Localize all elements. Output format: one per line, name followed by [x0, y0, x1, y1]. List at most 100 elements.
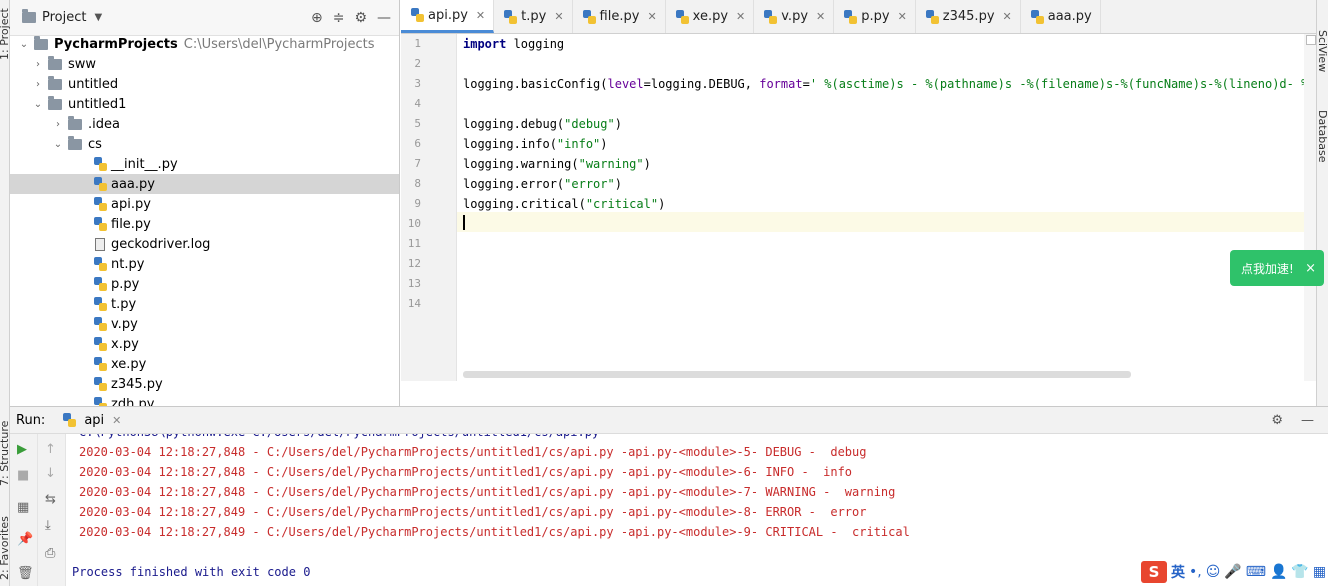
locate-icon[interactable]: ⊕: [311, 10, 323, 26]
python-file-icon: [94, 257, 107, 271]
tree-item-api-py[interactable]: api.py: [10, 194, 399, 214]
tab-label: p.py: [861, 9, 890, 24]
chevron-right-icon[interactable]: ›: [32, 79, 44, 90]
close-icon[interactable]: ✕: [816, 10, 825, 23]
chevron-down-icon[interactable]: ⌄: [52, 139, 64, 150]
soft-wrap-icon[interactable]: ⇆: [45, 492, 56, 507]
ime-mode-toggle[interactable]: 英: [1171, 562, 1185, 582]
code-string: "debug": [564, 117, 615, 131]
text-file-icon: [95, 237, 105, 251]
run-panel-header: Run: api ✕ ⚙ —: [10, 407, 1328, 434]
text-caret: [463, 215, 465, 230]
print-icon[interactable]: ⎙: [45, 546, 55, 561]
arrow-down-icon[interactable]: ↓: [45, 466, 56, 481]
tree-item-idea[interactable]: › .idea: [10, 114, 399, 134]
tree-item-t-py[interactable]: t.py: [10, 294, 399, 314]
tree-item-cs[interactable]: ⌄ cs: [10, 134, 399, 154]
close-icon[interactable]: ✕: [898, 10, 907, 23]
minimize-icon[interactable]: —: [1301, 413, 1314, 428]
menu-icon[interactable]: ▦: [1313, 564, 1326, 580]
tree-item-label: zdh.py: [111, 396, 155, 407]
speedup-toast[interactable]: 点我加速! ×: [1230, 250, 1324, 286]
run-toolbar-primary: ▶ ■ ▦ 📌 🗑: [10, 434, 38, 586]
delete-icon[interactable]: 🗑: [17, 566, 34, 581]
pin-icon[interactable]: 📌: [17, 532, 33, 547]
tree-item-v-py[interactable]: v.py: [10, 314, 399, 334]
code-line: logging.debug("debug"): [463, 114, 622, 134]
scroll-to-end-icon[interactable]: ⤓: [45, 518, 51, 533]
tree-item-init-py[interactable]: __init__.py: [10, 154, 399, 174]
tree-item-x-py[interactable]: x.py: [10, 334, 399, 354]
user-icon[interactable]: 👤: [1270, 564, 1287, 580]
tree-item-untitled[interactable]: › untitled: [10, 74, 399, 94]
tree-item-untitled1[interactable]: ⌄ untitled1: [10, 94, 399, 114]
microphone-icon[interactable]: 🎤: [1224, 564, 1241, 580]
close-icon[interactable]: ✕: [112, 414, 121, 427]
skin-icon[interactable]: 👕: [1291, 564, 1308, 580]
tab-xe-py[interactable]: xe.py ✕: [666, 0, 755, 33]
run-config-tab[interactable]: api ✕: [63, 413, 121, 428]
python-file-icon: [94, 297, 107, 311]
tab-p-py[interactable]: p.py ✕: [834, 0, 916, 33]
chevron-down-icon[interactable]: ⌄: [32, 99, 44, 110]
tree-item-z345-py[interactable]: z345.py: [10, 374, 399, 394]
tab-v-py[interactable]: v.py ✕: [754, 0, 835, 33]
project-view-selector[interactable]: Project: [42, 10, 86, 25]
chevron-down-icon[interactable]: ⌄: [18, 39, 30, 50]
tree-item-file-py[interactable]: file.py: [10, 214, 399, 234]
minimize-icon[interactable]: —: [377, 10, 391, 26]
chevron-right-icon[interactable]: ›: [32, 59, 44, 70]
close-icon[interactable]: ✕: [554, 10, 563, 23]
tab-api-py[interactable]: api.py ✕: [401, 0, 495, 33]
emoji-icon[interactable]: ☺: [1206, 564, 1221, 580]
editor-scrollbar[interactable]: [1304, 34, 1316, 381]
layout-icon[interactable]: ▦: [17, 500, 29, 515]
tree-item-sww[interactable]: › sww: [10, 54, 399, 74]
keyboard-icon[interactable]: ⌨: [1246, 564, 1266, 580]
tree-item-aaa-py[interactable]: aaa.py: [10, 174, 399, 194]
python-file-icon: [63, 413, 77, 427]
tree-item-xe-py[interactable]: xe.py: [10, 354, 399, 374]
punctuation-icon[interactable]: •,: [1189, 564, 1202, 580]
tab-file-py[interactable]: file.py ✕: [573, 0, 666, 33]
arrow-up-icon[interactable]: ↑: [45, 442, 56, 457]
tab-aaa-py[interactable]: aaa.py: [1021, 0, 1101, 33]
tree-item-geckodriver-log[interactable]: geckodriver.log: [10, 234, 399, 254]
code-text: ): [600, 137, 608, 151]
chevron-down-icon[interactable]: ▼: [94, 12, 102, 23]
python-file-icon: [94, 377, 107, 391]
tab-t-py[interactable]: t.py ✕: [494, 0, 573, 33]
collapse-all-icon[interactable]: ≑: [333, 10, 345, 26]
tree-item-zdh-py[interactable]: zdh.py: [10, 394, 399, 407]
close-icon[interactable]: ×: [1305, 261, 1316, 276]
rerun-icon[interactable]: ▶: [17, 442, 27, 457]
tree-item-nt-py[interactable]: nt.py: [10, 254, 399, 274]
gear-icon[interactable]: ⚙: [1271, 413, 1283, 428]
close-icon[interactable]: ✕: [1003, 10, 1012, 23]
tree-item-label: aaa.py: [111, 176, 155, 192]
tab-z345-py[interactable]: z345.py ✕: [916, 0, 1021, 33]
close-icon[interactable]: ✕: [647, 10, 656, 23]
database-tool-tab[interactable]: Database: [1316, 110, 1328, 163]
gear-icon[interactable]: ⚙: [354, 10, 367, 26]
sogou-logo-icon[interactable]: S: [1141, 561, 1167, 583]
ime-tray: S 英 •, ☺ 🎤 ⌨ 👤 👕 ▦: [1138, 558, 1328, 586]
line-number: 5: [414, 117, 421, 130]
python-file-icon: [1030, 9, 1044, 24]
tree-item-label: z345.py: [111, 376, 163, 392]
project-folder-icon: [22, 9, 36, 23]
console-output[interactable]: C:\Python38\pythonw.exe C:/Users/del/Pyc…: [66, 434, 1306, 586]
editor-tab-bar: api.py ✕ t.py ✕ file.py ✕ xe.py ✕ v.py ✕…: [401, 0, 1316, 34]
horizontal-scrollbar[interactable]: [463, 371, 1131, 378]
close-icon[interactable]: ✕: [476, 9, 485, 22]
close-icon[interactable]: ✕: [736, 10, 745, 23]
code-line: logging.error("error"): [463, 174, 622, 194]
tree-item-pycharmprojects[interactable]: ⌄ PycharmProjects C:\Users\del\PycharmPr…: [10, 34, 399, 54]
stop-icon[interactable]: ■: [17, 468, 29, 483]
inspection-marker-icon[interactable]: [1306, 35, 1316, 45]
tree-item-p-py[interactable]: p.py: [10, 274, 399, 294]
chevron-right-icon[interactable]: ›: [52, 119, 64, 130]
code-text: =logging.DEBUG,: [643, 77, 760, 91]
sciview-tool-tab[interactable]: SciView: [1316, 30, 1328, 72]
code-editor[interactable]: 1 2 3 4 5 6 7 8 9 10 11 12 13 14 import …: [401, 34, 1328, 406]
